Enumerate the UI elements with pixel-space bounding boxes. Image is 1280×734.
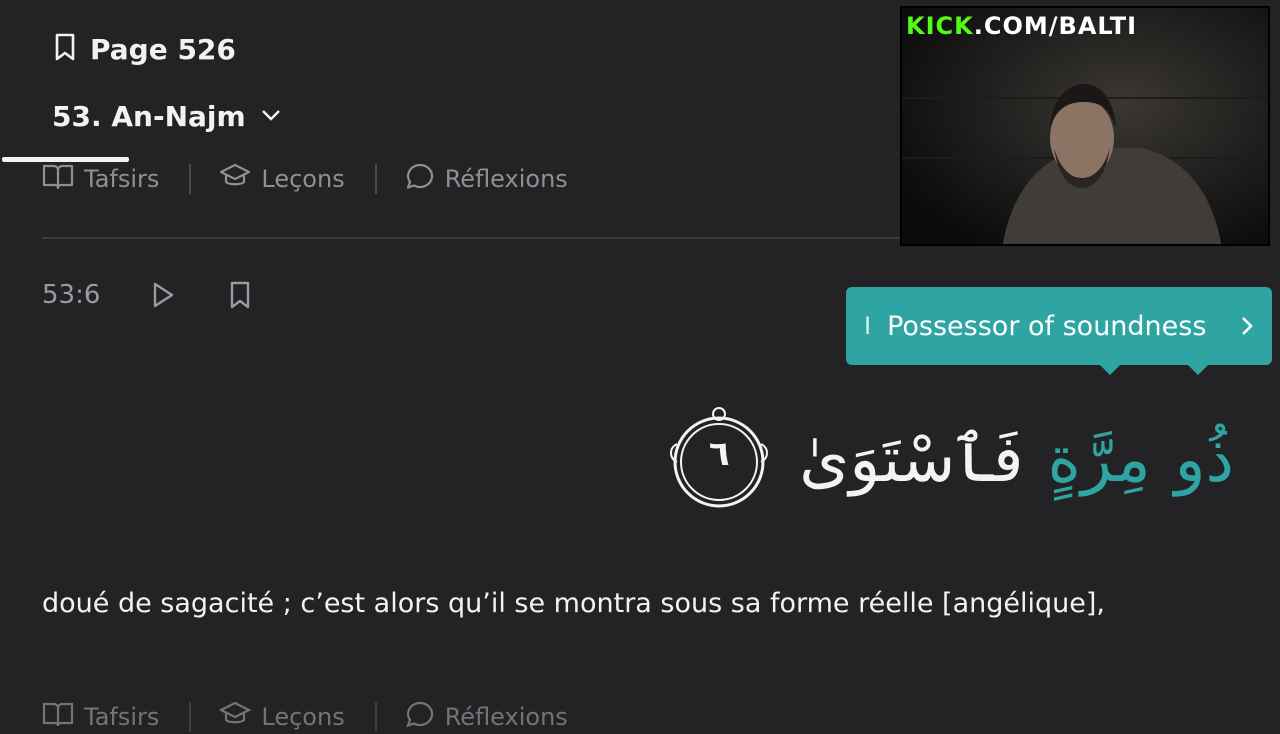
tab-divider (189, 164, 192, 194)
page-indicator[interactable]: Page 526 (52, 32, 236, 66)
verse-actions: 53:6 (42, 280, 304, 310)
webcam-video (902, 8, 1268, 244)
graduation-cap-icon (219, 162, 251, 196)
tab-divider (374, 702, 377, 732)
section-divider (42, 237, 902, 239)
tab-divider (189, 702, 192, 732)
arabic-verse: ذُو مِرَّةٍ فَٱسْتَوَىٰ ٦ (663, 395, 1234, 525)
brand-domain: .COM/BALTI (973, 12, 1138, 40)
bookmark-icon (52, 32, 78, 66)
tab-reflexions[interactable]: Réflexions (405, 162, 568, 196)
ayah-number-marker: ٦ (663, 404, 775, 516)
tooltip-text: Possessor of soundness (887, 310, 1207, 342)
ayah-number: ٦ (708, 434, 730, 474)
tab-reflexions[interactable]: Réflexions (405, 700, 568, 734)
verse-tabs: Tafsirs Leçons Réflexions (42, 162, 568, 196)
tooltip-pointer (1100, 365, 1120, 375)
chevron-down-icon (260, 107, 282, 126)
surah-name: 53. An-Najm (52, 100, 246, 133)
tab-tafsirs[interactable]: Tafsirs (42, 700, 159, 734)
graduation-cap-icon (218, 700, 252, 734)
chevron-right-icon[interactable] (1240, 315, 1254, 337)
book-icon (42, 162, 74, 196)
tab-label: Tafsirs (84, 165, 160, 193)
play-icon[interactable] (150, 281, 176, 309)
brand-kick: KICK (906, 12, 974, 40)
tab-label: Leçons (261, 165, 345, 193)
word-translation-tooltip[interactable]: I Possessor of soundness (846, 287, 1272, 365)
tab-lecons[interactable]: Leçons (219, 162, 345, 196)
bookmark-icon[interactable] (228, 280, 252, 310)
tab-label: Réflexions (444, 703, 568, 731)
chat-bubble-icon (405, 162, 435, 196)
surah-selector[interactable]: 53. An-Najm (52, 100, 282, 133)
arabic-word[interactable]: مِرَّةٍ (1047, 428, 1150, 492)
page-number: Page 526 (90, 32, 236, 66)
tab-divider (374, 164, 377, 194)
stream-brand-logo: KICK .COM/BALTI (906, 10, 1137, 42)
tooltip-pointer (1188, 365, 1208, 375)
tab-label: Leçons (261, 703, 345, 731)
tab-label: Tafsirs (84, 703, 160, 731)
verse-translation: doué de sagacité ; c’est alors qu’il se … (42, 588, 1105, 619)
next-verse-tabs: Tafsirs Leçons Réflexions (42, 700, 568, 734)
arabic-word[interactable]: ذُو (1175, 428, 1234, 492)
book-icon (42, 700, 74, 734)
arabic-word[interactable]: فَٱسْتَوَىٰ (799, 428, 1023, 492)
verse-key: 53:6 (42, 280, 101, 310)
tab-tafsirs[interactable]: Tafsirs (42, 162, 159, 196)
tooltip-clipped-text: I (864, 312, 872, 340)
tab-label: Réflexions (444, 165, 568, 193)
tab-lecons[interactable]: Leçons (218, 700, 345, 734)
chat-bubble-icon (405, 700, 435, 734)
webcam-overlay: KICK .COM/BALTI (900, 6, 1270, 246)
